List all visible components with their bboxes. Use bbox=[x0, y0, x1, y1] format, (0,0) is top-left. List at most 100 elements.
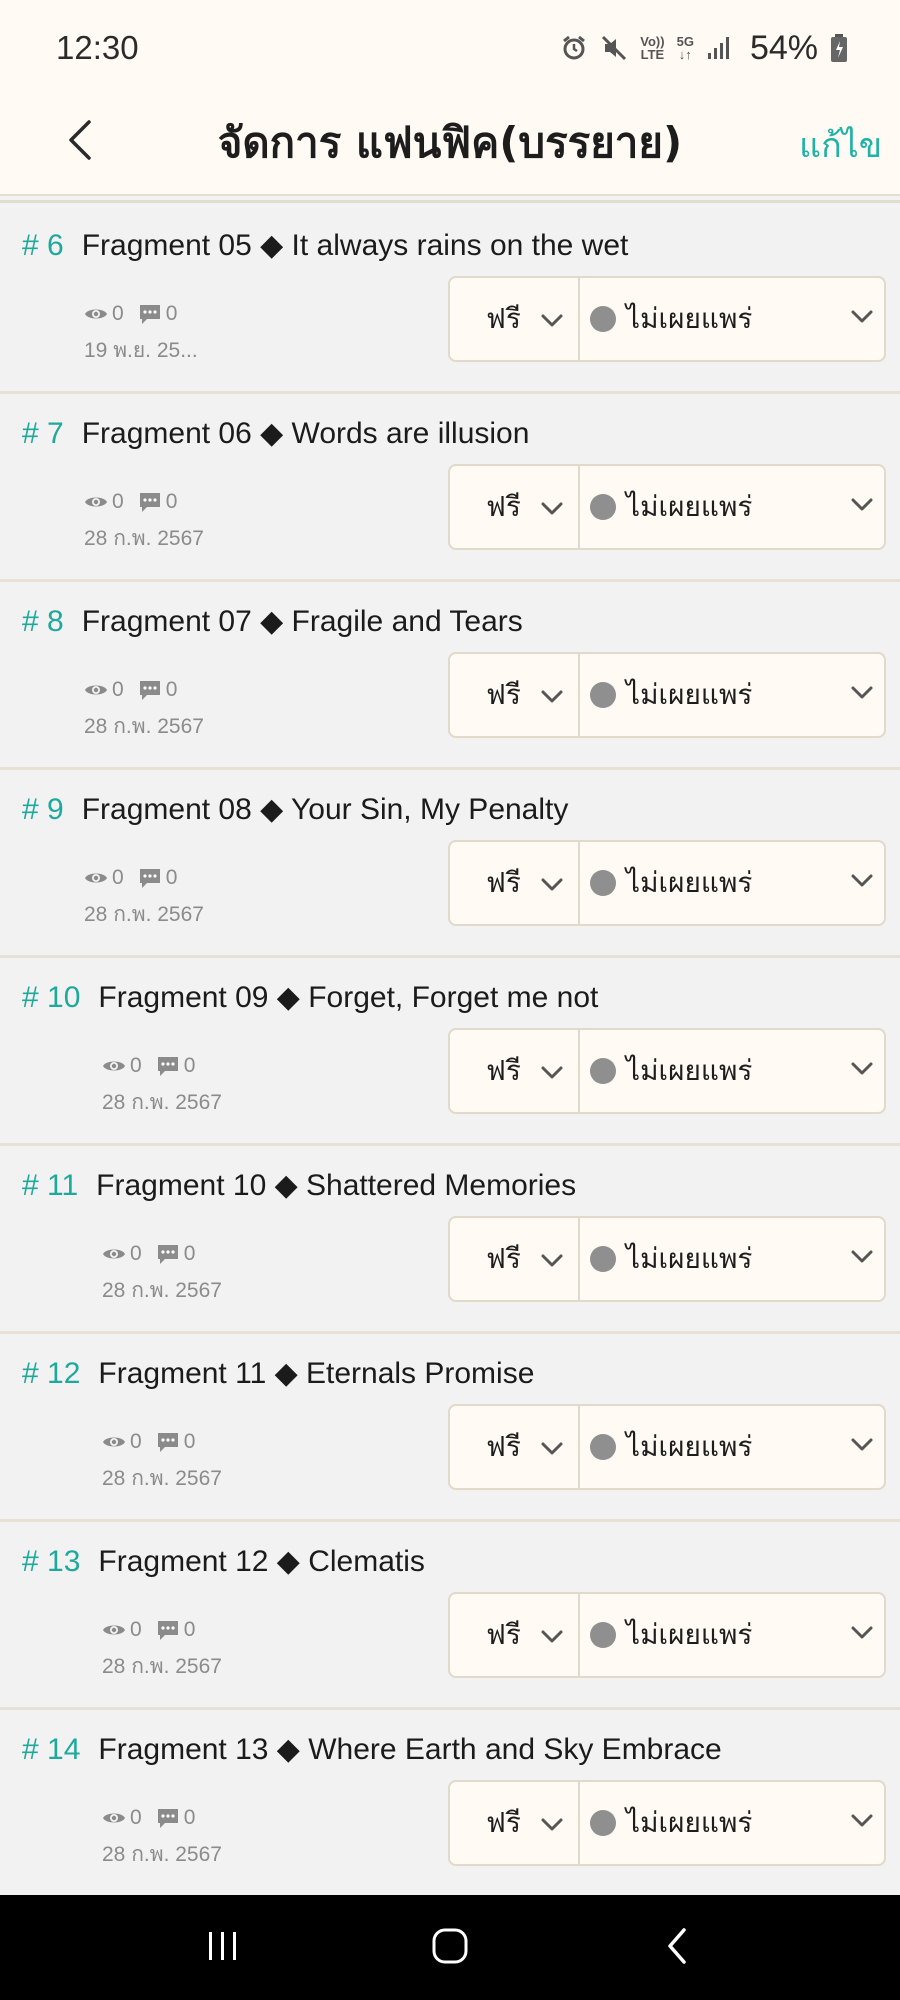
nav-back-button[interactable] bbox=[637, 1913, 717, 1983]
price-select[interactable]: ฟรี bbox=[450, 1782, 580, 1864]
chapter-title[interactable]: Fragment 09 ◆ Forget, Forget me not bbox=[98, 980, 598, 1015]
status-dot bbox=[590, 1434, 616, 1460]
chapter-meta: 0 0 28 ก.พ. 2567 bbox=[84, 678, 204, 743]
price-value: ฟรี bbox=[486, 678, 521, 711]
status-icons: Vo)) LTE 5G ↓↑ 54% bbox=[560, 29, 848, 68]
chapter-controls: ฟรี ไม่เผยแพร่ bbox=[448, 1404, 886, 1490]
view-count: 0 bbox=[112, 678, 124, 701]
chapter-controls: ฟรี ไม่เผยแพร่ bbox=[448, 840, 886, 926]
comment-icon bbox=[138, 491, 162, 513]
price-select[interactable]: ฟรี bbox=[450, 1218, 580, 1300]
chevron-down-icon bbox=[540, 1807, 564, 1840]
chapter-row[interactable]: # 7 Fragment 06 ◆ Words are illusion 0 0… bbox=[0, 394, 900, 582]
view-count: 0 bbox=[112, 866, 124, 889]
chapter-heading: # 12 Fragment 11 ◆ Eternals Promise bbox=[22, 1356, 534, 1391]
comment-count: 0 bbox=[183, 1618, 196, 1641]
chapter-stats: 0 0 bbox=[102, 1618, 222, 1642]
chevron-down-icon bbox=[540, 491, 564, 524]
publish-status-select[interactable]: ไม่เผยแพร่ bbox=[580, 278, 884, 360]
chapter-row[interactable]: # 12 Fragment 11 ◆ Eternals Promise 0 0 … bbox=[0, 1334, 900, 1522]
chapter-row[interactable]: # 13 Fragment 12 ◆ Clematis 0 0 28 ก.พ. … bbox=[0, 1522, 900, 1710]
status-value: ไม่เผยแพร่ bbox=[626, 866, 753, 899]
price-select[interactable]: ฟรี bbox=[450, 842, 580, 924]
chapter-title[interactable]: Fragment 08 ◆ Your Sin, My Penalty bbox=[82, 792, 569, 827]
edit-button[interactable]: แก้ไข bbox=[799, 118, 882, 172]
price-select[interactable]: ฟรี bbox=[450, 1030, 580, 1112]
chapter-meta: 0 0 19 พ.ย. 25... bbox=[84, 302, 198, 367]
eye-icon bbox=[84, 682, 108, 698]
publish-status-select[interactable]: ไม่เผยแพร่ bbox=[580, 842, 884, 924]
chapter-heading: # 13 Fragment 12 ◆ Clematis bbox=[22, 1544, 425, 1579]
chapter-number: # 8 bbox=[22, 605, 64, 638]
publish-status-select[interactable]: ไม่เผยแพร่ bbox=[580, 1594, 884, 1676]
status-time: 12:30 bbox=[56, 29, 139, 66]
recents-icon bbox=[203, 1926, 243, 1970]
chapter-number: # 11 bbox=[22, 1169, 79, 1202]
price-select[interactable]: ฟรี bbox=[450, 278, 580, 360]
chapter-title[interactable]: Fragment 05 ◆ It always rains on the wet bbox=[82, 228, 629, 263]
publish-status-select[interactable]: ไม่เผยแพร่ bbox=[580, 1782, 884, 1864]
status-value: ไม่เผยแพร่ bbox=[626, 302, 753, 335]
price-select[interactable]: ฟรี bbox=[450, 654, 580, 736]
comment-count: 0 bbox=[165, 490, 178, 513]
chapter-title[interactable]: Fragment 12 ◆ Clematis bbox=[98, 1544, 425, 1579]
chapter-title[interactable]: Fragment 13 ◆ Where Earth and Sky Embrac… bbox=[98, 1732, 721, 1767]
chapter-stats: 0 0 bbox=[102, 1430, 222, 1454]
chapter-row[interactable]: # 6 Fragment 05 ◆ It always rains on the… bbox=[0, 206, 900, 394]
home-button[interactable] bbox=[410, 1913, 490, 1983]
comment-count: 0 bbox=[165, 302, 178, 325]
chapter-row[interactable]: # 8 Fragment 07 ◆ Fragile and Tears 0 0 … bbox=[0, 582, 900, 770]
price-select[interactable]: ฟรี bbox=[450, 1594, 580, 1676]
status-value: ไม่เผยแพร่ bbox=[626, 1806, 753, 1839]
status-dot bbox=[590, 682, 616, 708]
chevron-down-icon bbox=[850, 873, 874, 893]
page-title: จัดการ แฟนฟิค(บรรยาย) bbox=[217, 118, 683, 167]
chapter-number: # 13 bbox=[22, 1545, 81, 1578]
chapter-heading: # 11 Fragment 10 ◆ Shattered Memories bbox=[22, 1168, 576, 1203]
price-select[interactable]: ฟรี bbox=[450, 1406, 580, 1488]
status-bar: 12:30 Vo)) LTE 5G ↓↑ 54% bbox=[0, 0, 900, 96]
chapter-row[interactable]: # 9 Fragment 08 ◆ Your Sin, My Penalty 0… bbox=[0, 770, 900, 958]
chapter-row[interactable]: # 10 Fragment 09 ◆ Forget, Forget me not… bbox=[0, 958, 900, 1146]
chapter-heading: # 7 Fragment 06 ◆ Words are illusion bbox=[22, 416, 529, 451]
system-nav-bar bbox=[0, 1895, 900, 2000]
chapter-row[interactable]: # 11 Fragment 10 ◆ Shattered Memories 0 … bbox=[0, 1146, 900, 1334]
publish-status-select[interactable]: ไม่เผยแพร่ bbox=[580, 466, 884, 548]
eye-icon bbox=[84, 306, 108, 322]
chapter-stats: 0 0 bbox=[84, 866, 204, 890]
chapter-number: # 12 bbox=[22, 1357, 81, 1390]
publish-status-select[interactable]: ไม่เผยแพร่ bbox=[580, 1030, 884, 1112]
chapter-date: 28 ก.พ. 2567 bbox=[84, 903, 204, 926]
eye-icon bbox=[84, 870, 108, 886]
chevron-down-icon bbox=[850, 1249, 874, 1269]
publish-status-select[interactable]: ไม่เผยแพร่ bbox=[580, 654, 884, 736]
comment-count: 0 bbox=[183, 1242, 196, 1265]
price-value: ฟรี bbox=[486, 1806, 521, 1839]
eye-icon bbox=[84, 494, 108, 510]
chapter-meta: 0 0 28 ก.พ. 2567 bbox=[84, 866, 204, 931]
status-dot bbox=[590, 870, 616, 896]
chapter-title[interactable]: Fragment 10 ◆ Shattered Memories bbox=[96, 1168, 576, 1203]
recents-button[interactable] bbox=[183, 1913, 263, 1983]
publish-status-select[interactable]: ไม่เผยแพร่ bbox=[580, 1406, 884, 1488]
chapter-controls: ฟรี ไม่เผยแพร่ bbox=[448, 1780, 886, 1866]
comment-count: 0 bbox=[183, 1806, 196, 1829]
chevron-down-icon bbox=[540, 303, 564, 336]
price-select[interactable]: ฟรี bbox=[450, 466, 580, 548]
publish-status-select[interactable]: ไม่เผยแพร่ bbox=[580, 1218, 884, 1300]
chevron-down-icon bbox=[850, 497, 874, 517]
price-value: ฟรี bbox=[486, 1430, 521, 1463]
eye-icon bbox=[102, 1434, 126, 1450]
eye-icon bbox=[102, 1058, 126, 1074]
chapter-title[interactable]: Fragment 07 ◆ Fragile and Tears bbox=[82, 604, 523, 639]
chapter-title[interactable]: Fragment 11 ◆ Eternals Promise bbox=[98, 1356, 534, 1391]
network-5g-indicator: 5G ↓↑ bbox=[676, 34, 694, 62]
status-value: ไม่เผยแพร่ bbox=[626, 678, 753, 711]
price-value: ฟรี bbox=[486, 1054, 521, 1087]
chapter-controls: ฟรี ไม่เผยแพร่ bbox=[448, 652, 886, 738]
chapter-heading: # 14 Fragment 13 ◆ Where Earth and Sky E… bbox=[22, 1732, 722, 1767]
battery-percent: 54% bbox=[749, 28, 818, 67]
chapter-title[interactable]: Fragment 06 ◆ Words are illusion bbox=[82, 416, 530, 451]
chapter-row[interactable]: # 14 Fragment 13 ◆ Where Earth and Sky E… bbox=[0, 1710, 900, 1898]
chapter-date: 28 ก.พ. 2567 bbox=[102, 1279, 222, 1302]
